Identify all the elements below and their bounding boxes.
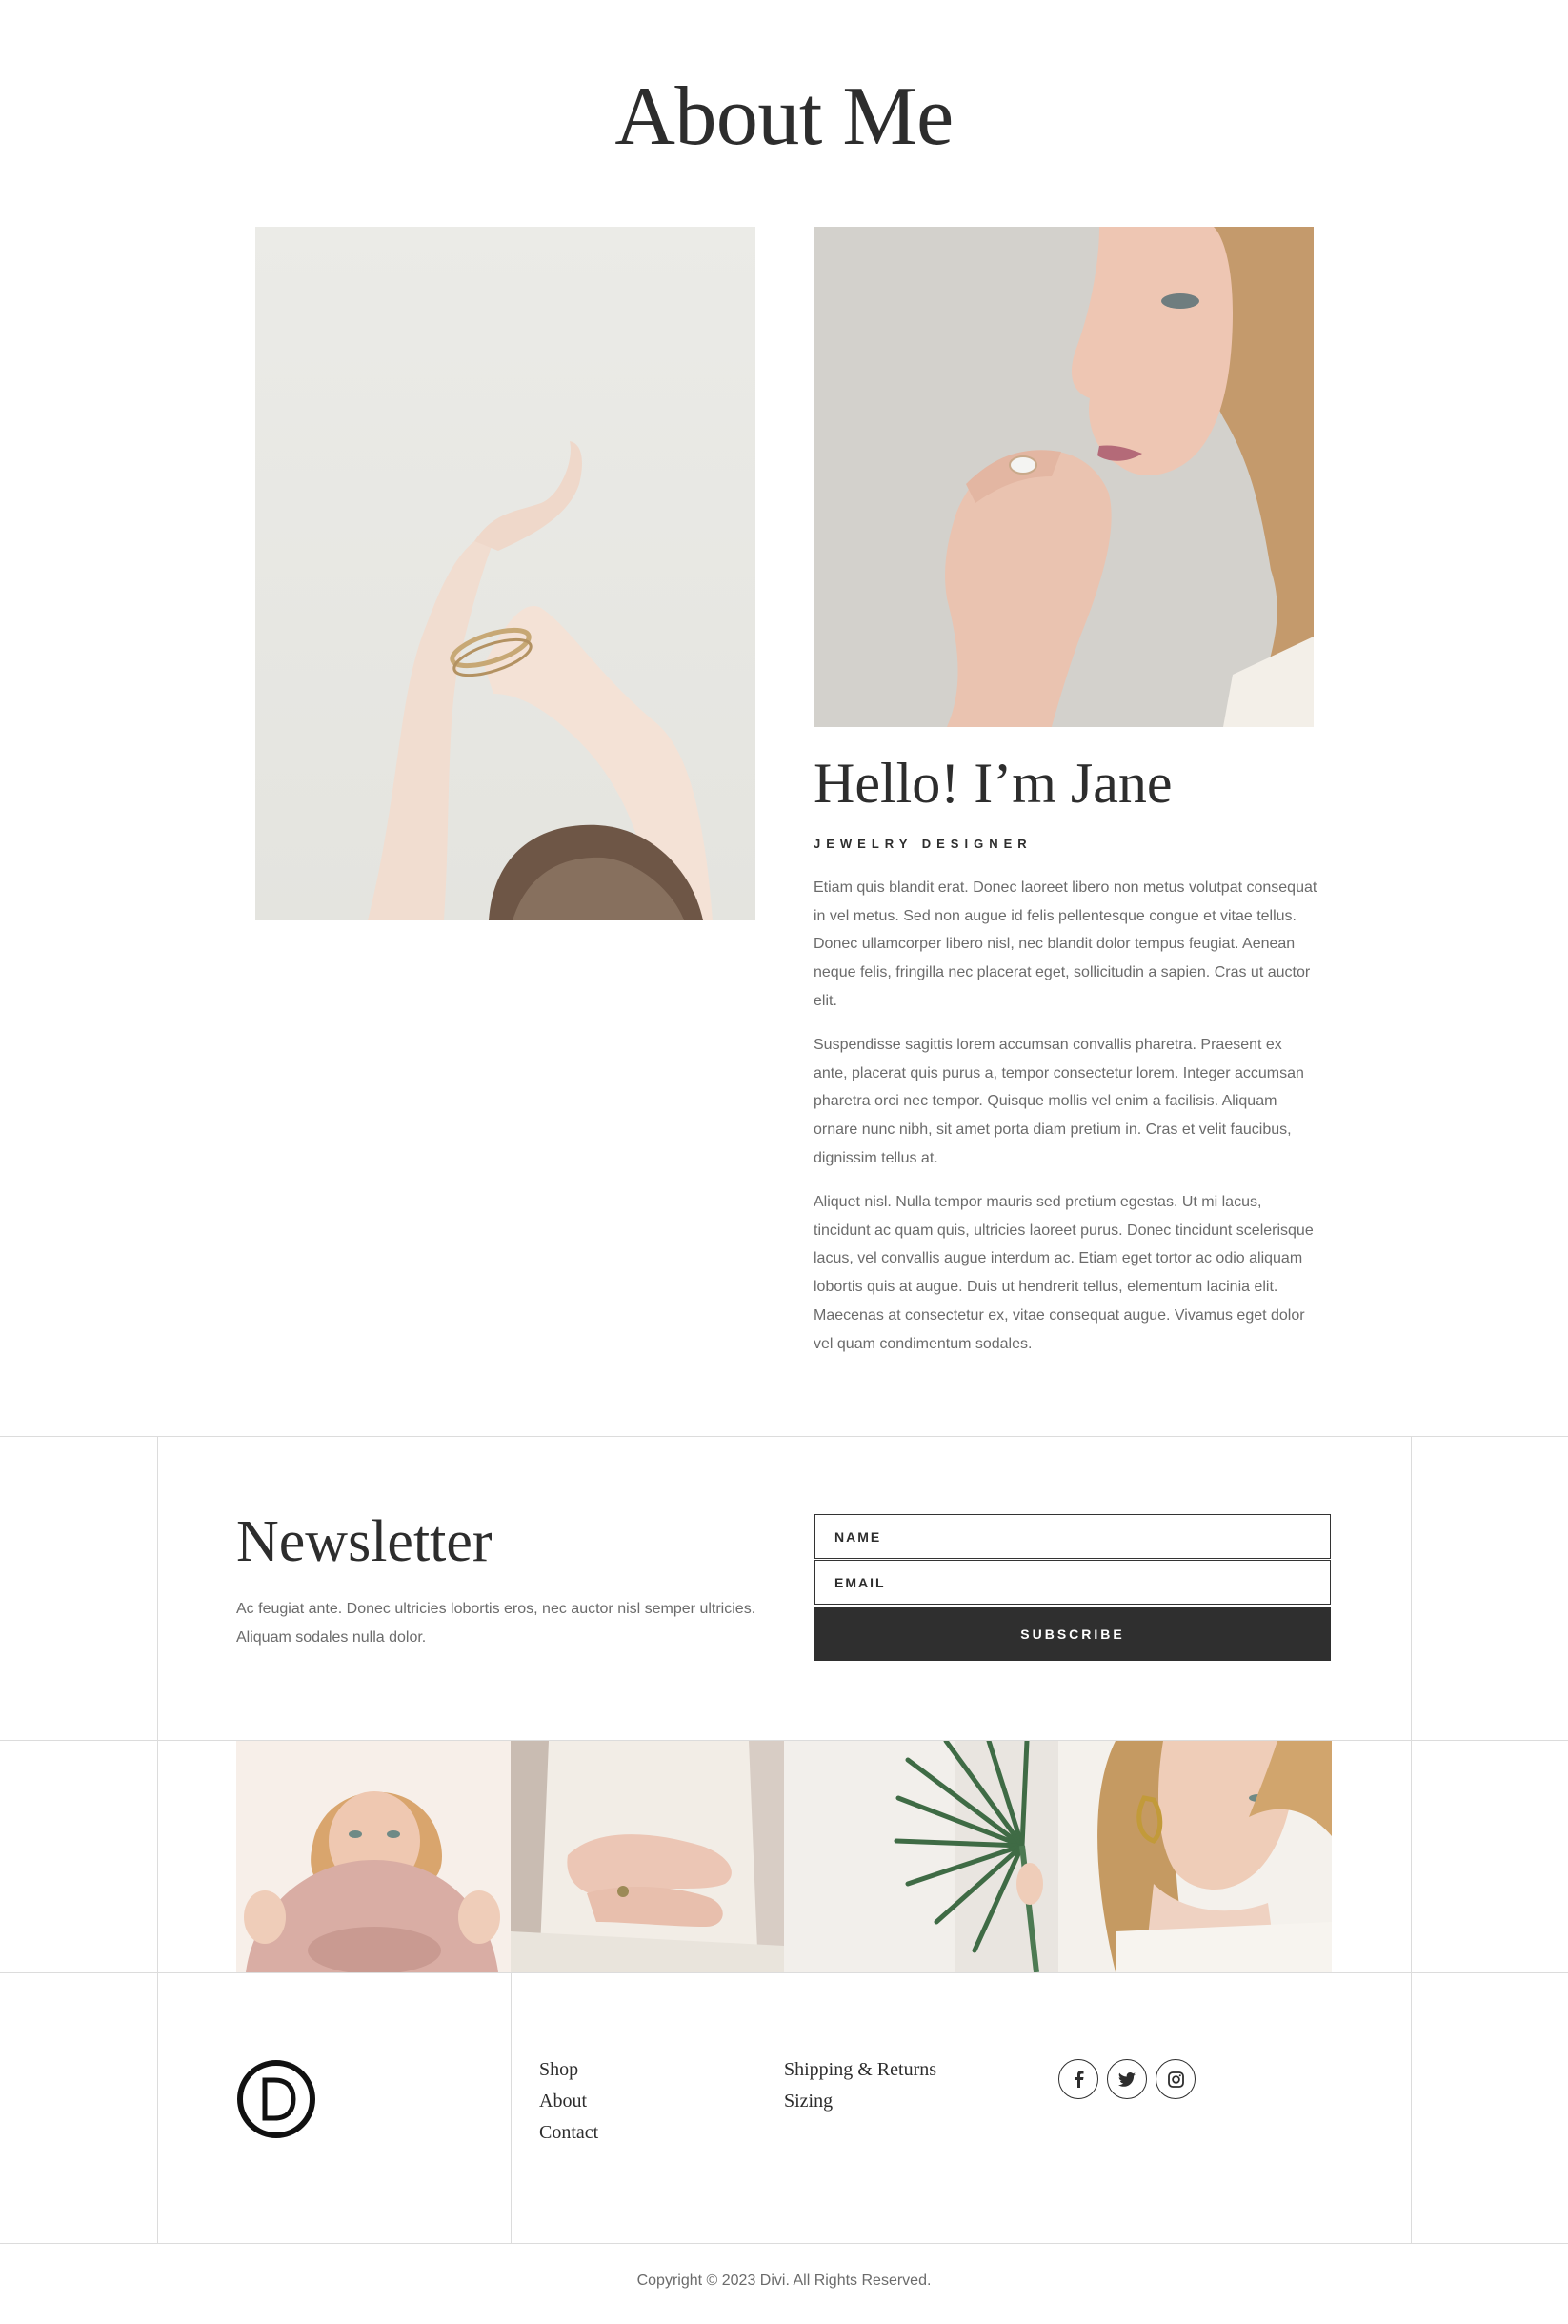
gallery-image-hands[interactable] <box>511 1741 784 1972</box>
email-field[interactable]: EMAIL <box>814 1560 1331 1605</box>
newsletter-description: Ac feugiat ante. Donec ultricies loborti… <box>236 1601 756 1646</box>
footer-link-shop[interactable]: Shop <box>539 2054 598 2086</box>
gallery-image-palm[interactable] <box>784 1741 1058 1972</box>
bracelet-arms-photo <box>255 227 755 920</box>
bio-paragraph: Suspendisse sagittis lorem accumsan conv… <box>814 1037 1304 1166</box>
copyright-text: Copyright © 2023 Divi. All Rights Reserv… <box>636 2273 932 2289</box>
grid-line <box>157 1436 158 2243</box>
twitter-icon[interactable] <box>1107 2059 1147 2099</box>
grid-line <box>1411 1436 1412 2243</box>
name-field[interactable]: NAME <box>814 1514 1331 1559</box>
gallery-image-hat[interactable] <box>236 1741 511 1972</box>
newsletter-heading: Newsletter <box>236 1509 493 1574</box>
grid-line <box>511 1972 512 2243</box>
footer-link-shipping-returns[interactable]: Shipping & Returns <box>784 2054 936 2086</box>
section-divider <box>0 1436 1568 1437</box>
section-divider <box>0 2243 1568 2244</box>
bio-role-label: JEWELRY DESIGNER <box>814 837 1033 851</box>
gallery-image-earrings[interactable] <box>1058 1741 1332 1972</box>
footer-link-sizing[interactable]: Sizing <box>784 2086 936 2117</box>
footer-link-about[interactable]: About <box>539 2086 598 2117</box>
section-divider <box>0 1972 1568 1973</box>
bio-paragraph: Aliquet nisl. Nulla tempor mauris sed pr… <box>814 1194 1314 1352</box>
divi-logo[interactable] <box>236 2059 316 2139</box>
subscribe-button[interactable]: SUBSCRIBE <box>814 1607 1331 1661</box>
bio-heading: Hello! I’m Jane <box>814 752 1173 815</box>
ring-portrait-photo <box>814 227 1314 727</box>
instagram-icon[interactable] <box>1156 2059 1196 2099</box>
page-title: About Me <box>614 71 954 163</box>
footer-link-contact[interactable]: Contact <box>539 2117 598 2149</box>
bio-paragraph: Etiam quis blandit erat. Donec laoreet l… <box>814 879 1317 1009</box>
facebook-icon[interactable] <box>1058 2059 1098 2099</box>
